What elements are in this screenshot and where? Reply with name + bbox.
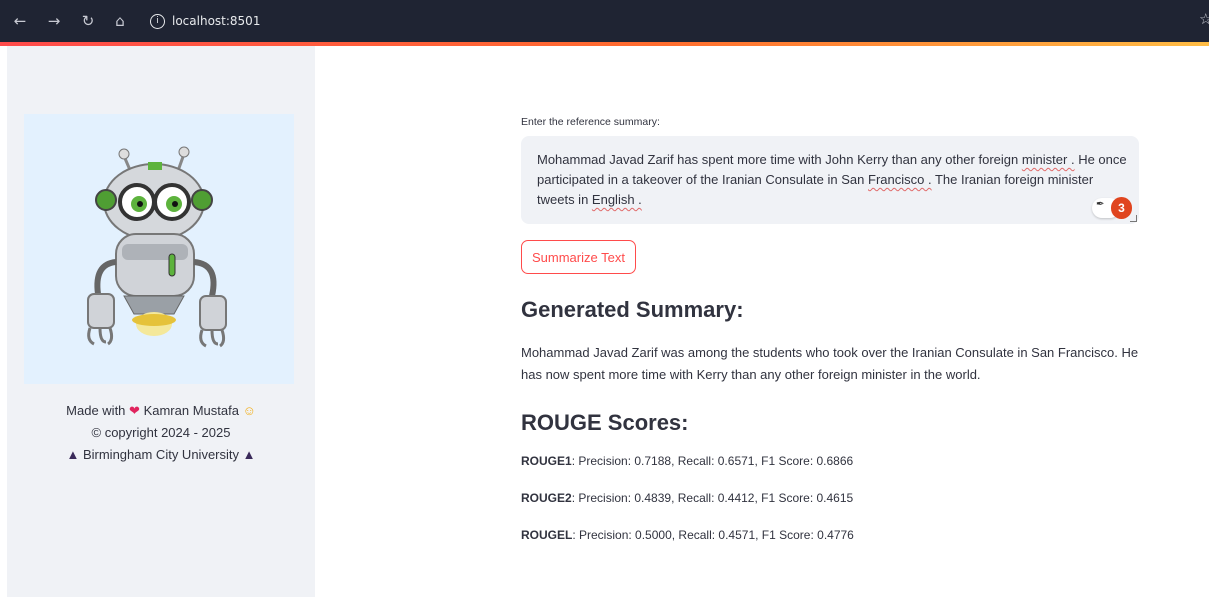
generated-summary-heading: Generated Summary: xyxy=(521,297,744,322)
robot-mascot-image xyxy=(24,114,294,384)
reload-icon[interactable]: ↻ xyxy=(78,11,98,31)
sidebar-footer: Made with ❤ Kamran Mustafa ☺ © copyright… xyxy=(7,400,315,466)
spelling-flag[interactable]: minister . xyxy=(1022,152,1075,167)
browser-toolbar: ← → ↻ ⌂ i localhost:8501 ☆ xyxy=(0,0,1209,42)
rouge-metric-name: ROUGE2 xyxy=(521,491,572,505)
info-icon[interactable]: i xyxy=(150,14,165,29)
rouge-row: ROUGE2: Precision: 0.4839, Recall: 0.441… xyxy=(521,491,853,505)
rouge-row: ROUGEL: Precision: 0.5000, Recall: 0.457… xyxy=(521,528,854,542)
reference-summary-textarea[interactable]: Mohammad Javad Zarif has spent more time… xyxy=(521,136,1139,224)
footer-made-with: Made with xyxy=(66,403,126,418)
address-bar[interactable]: i localhost:8501 xyxy=(150,11,260,31)
reference-summary-text[interactable]: Mohammad Javad Zarif has spent more time… xyxy=(537,150,1127,210)
reference-summary-label: Enter the reference summary: xyxy=(521,116,660,128)
footer-copyright: © copyright 2024 - 2025 xyxy=(91,425,231,440)
spelling-flag[interactable]: Francisco . xyxy=(868,172,932,187)
rouge-metric-name: ROUGEL xyxy=(521,528,573,542)
robot-icon xyxy=(87,146,227,348)
bookmark-star-icon[interactable]: ☆ xyxy=(1199,10,1209,28)
footer-author: Kamran Mustafa xyxy=(143,403,239,418)
url-text: localhost:8501 xyxy=(172,14,261,28)
heart-icon: ❤ xyxy=(129,403,140,418)
graduation-cap-icon: ▲ xyxy=(66,447,80,462)
arrow-left-icon[interactable]: ← xyxy=(10,11,30,31)
spelling-flag[interactable]: English . xyxy=(592,192,642,207)
graduation-cap-icon: ▲ xyxy=(242,447,256,462)
rouge-row: ROUGE1: Precision: 0.7188, Recall: 0.657… xyxy=(521,454,853,468)
ref-text-part: Mohammad Javad Zarif has spent more time… xyxy=(537,152,1022,167)
grammar-issue-count[interactable]: 3 xyxy=(1111,197,1132,219)
home-icon[interactable]: ⌂ xyxy=(110,11,130,31)
rouge-metric-values: : Precision: 0.7188, Recall: 0.6571, F1 … xyxy=(571,454,854,468)
rouge-scores-heading: ROUGE Scores: xyxy=(521,410,689,435)
footer-university: Birmingham City University xyxy=(82,447,240,462)
feather-icon: ✒ xyxy=(1096,199,1105,210)
rouge-metric-name: ROUGE1 xyxy=(521,454,572,468)
grammar-checker-badge[interactable]: ✒ 3 xyxy=(1092,197,1134,219)
arrow-right-icon[interactable]: → xyxy=(44,11,64,31)
rouge-metric-values: : Precision: 0.4839, Recall: 0.4412, F1 … xyxy=(571,491,854,505)
sidebar: Made with ❤ Kamran Mustafa ☺ © copyright… xyxy=(7,46,315,597)
footer-line-university: ▲ Birmingham City University ▲ xyxy=(7,444,315,466)
footer-line-credit: Made with ❤ Kamran Mustafa ☺ xyxy=(7,400,315,422)
generated-summary-text: Mohammad Javad Zarif was among the stude… xyxy=(521,345,1139,382)
summarize-text-button[interactable]: Summarize Text xyxy=(521,240,636,274)
rouge-metric-values: : Precision: 0.5000, Recall: 0.4571, F1 … xyxy=(572,528,854,542)
smile-icon: ☺ xyxy=(242,403,256,418)
resize-handle-icon[interactable] xyxy=(1130,215,1137,222)
